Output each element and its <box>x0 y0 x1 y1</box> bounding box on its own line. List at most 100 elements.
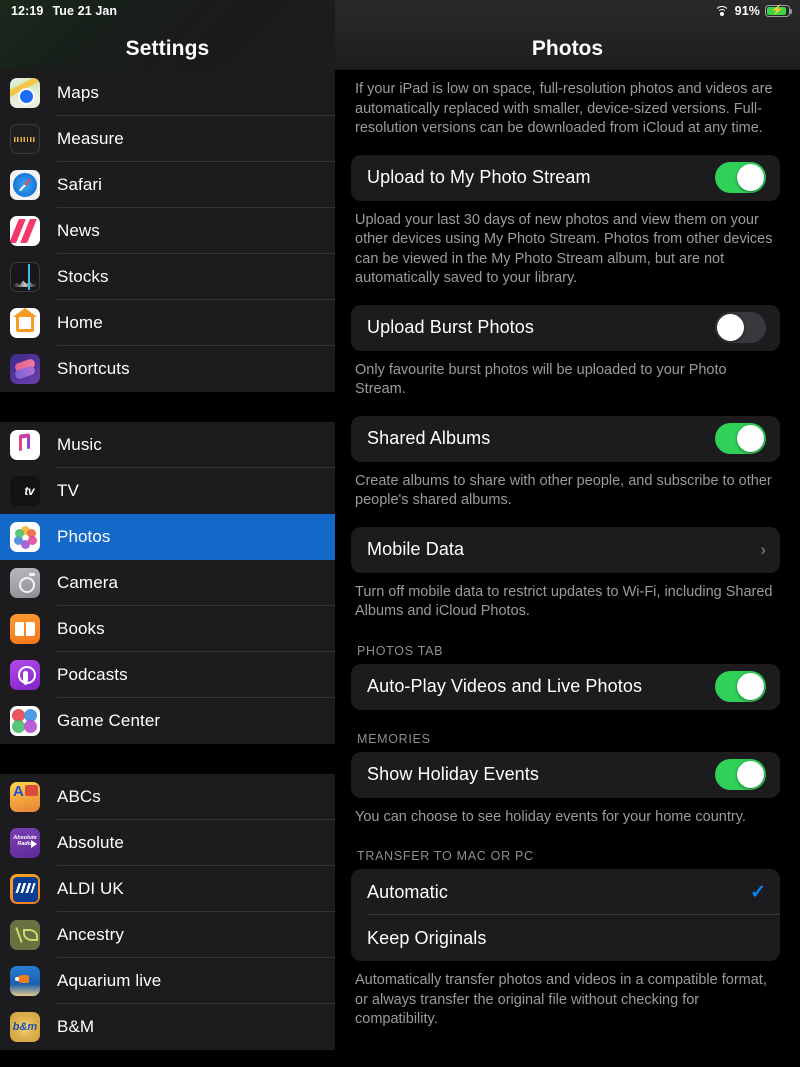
shared-albums-footnote: Create albums to share with other people… <box>355 472 772 509</box>
measure-icon <box>10 124 40 154</box>
sidebar-item-news[interactable]: News <box>0 208 335 254</box>
sidebar-item-absolute[interactable]: Absolute Radio Absolute <box>0 820 335 866</box>
shortcuts-icon <box>10 354 40 384</box>
status-date: Tue 21 Jan <box>52 4 118 18</box>
sidebar-item-safari[interactable]: Safari <box>0 162 335 208</box>
status-time: 12:19 <box>11 4 44 18</box>
battery-percent-label: 91% <box>734 4 760 18</box>
music-icon <box>10 430 40 460</box>
ancestry-icon <box>10 920 40 950</box>
chevron-right-icon: › <box>760 539 766 559</box>
shared-albums-toggle[interactable] <box>715 423 766 454</box>
camera-icon <box>10 568 40 598</box>
sidebar-group-apps-1: Maps Measure Safari News Stocks Home Sho… <box>0 70 335 392</box>
sidebar-item-home[interactable]: Home <box>0 300 335 346</box>
shared-albums-row[interactable]: Shared Albums <box>351 416 780 462</box>
auto-play-row[interactable]: Auto-Play Videos and Live Photos <box>351 664 780 710</box>
sidebar-item-books[interactable]: Books <box>0 606 335 652</box>
aldi-uk-icon <box>10 874 40 904</box>
battery-icon: ⚡ <box>765 5 793 17</box>
sidebar-group-apps-2: Music tv TV Photos Ca <box>0 422 335 744</box>
sidebar-item-label: Shortcuts <box>57 359 130 378</box>
safari-icon <box>10 170 40 200</box>
status-bar-right: 91% ⚡ <box>714 4 800 18</box>
transfer-option-keep-originals[interactable]: Keep Originals <box>351 915 780 961</box>
auto-play-toggle[interactable] <box>715 671 766 702</box>
sidebar-item-label: Stocks <box>57 267 109 286</box>
sidebar-item-podcasts[interactable]: Podcasts <box>0 652 335 698</box>
sidebar-item-label: Aquarium live <box>57 971 162 990</box>
sidebar-item-measure[interactable]: Measure <box>0 116 335 162</box>
aquarium-live-icon <box>10 966 40 996</box>
sidebar-item-label: Ancestry <box>57 925 124 944</box>
row-label: Auto-Play Videos and Live Photos <box>367 676 643 696</box>
books-icon <box>10 614 40 644</box>
upload-photo-stream-toggle[interactable] <box>715 162 766 193</box>
sidebar-item-label: Camera <box>57 573 119 592</box>
sidebar-item-label: Home <box>57 313 103 332</box>
sidebar-item-label: B&M <box>57 1017 95 1036</box>
sidebar-item-ancestry[interactable]: Ancestry <box>0 912 335 958</box>
photos-tab-section-header: PHOTOS TAB <box>357 643 444 658</box>
sidebar-item-label: Absolute <box>57 833 124 852</box>
abcs-icon <box>10 782 40 812</box>
sidebar-item-bm[interactable]: b&m B&M <box>0 1004 335 1050</box>
sidebar-item-label: News <box>57 221 100 240</box>
sidebar-item-label: ABCs <box>57 787 101 806</box>
burst-photos-footnote: Only favourite burst photos will be uplo… <box>355 361 727 398</box>
home-icon <box>10 308 40 338</box>
photo-stream-footnote: Upload your last 30 days of new photos a… <box>355 211 773 287</box>
sidebar-scroll-area[interactable]: Maps Measure Safari News Stocks Home Sho… <box>0 70 335 1067</box>
sidebar-item-label: Music <box>57 435 102 454</box>
sidebar-item-label: ALDI UK <box>57 879 124 898</box>
transfer-option-automatic[interactable]: Automatic ✓ <box>351 869 780 915</box>
sidebar-item-label: Measure <box>57 129 124 148</box>
game-center-icon <box>10 706 40 736</box>
row-label: Mobile Data <box>367 539 465 559</box>
status-bar: 12:19 Tue 21 Jan 91% ⚡ <box>0 0 800 22</box>
status-bar-left: 12:19 Tue 21 Jan <box>0 4 117 18</box>
stocks-icon <box>10 262 40 292</box>
checkmark-icon: ✓ <box>750 881 766 903</box>
row-label: Upload Burst Photos <box>367 317 534 337</box>
sidebar-item-music[interactable]: Music <box>0 422 335 468</box>
sidebar-item-game-center[interactable]: Game Center <box>0 698 335 744</box>
transfer-section-header: TRANSFER TO MAC OR PC <box>357 849 534 863</box>
row-label: Keep Originals <box>367 927 487 948</box>
row-label: Automatic <box>367 881 448 902</box>
detail-scroll-area[interactable]: If your iPad is low on space, full-resol… <box>335 70 800 1067</box>
upload-burst-photos-toggle[interactable] <box>715 312 766 343</box>
sidebar-item-aldi-uk[interactable]: ALDI UK <box>0 866 335 912</box>
wifi-icon <box>714 5 730 17</box>
ipad-settings-screen: 12:19 Tue 21 Jan 91% ⚡ Settings Maps Mea… <box>0 0 800 1067</box>
shared-albums-card: Shared Albums <box>351 415 780 462</box>
sidebar-item-label: Safari <box>57 175 103 194</box>
sidebar-item-stocks[interactable]: Stocks <box>0 254 335 300</box>
memories-footnote: You can choose to see holiday events for… <box>355 808 746 825</box>
sidebar-item-label: TV <box>57 481 79 500</box>
sidebar-item-shortcuts[interactable]: Shortcuts <box>0 346 335 392</box>
sidebar-item-photos[interactable]: Photos <box>0 514 335 560</box>
sidebar-item-camera[interactable]: Camera <box>0 560 335 606</box>
news-icon <box>10 216 40 246</box>
mobile-data-row[interactable]: Mobile Data › <box>351 527 780 573</box>
show-holiday-events-row[interactable]: Show Holiday Events <box>351 752 780 798</box>
sidebar-group-apps-3: ABCs AbsoluteRadio Absolute ALDI UK Ance… <box>0 774 335 1050</box>
transfer-footnote: Automatically transfer photos and videos… <box>355 972 767 1027</box>
sidebar-item-label: Books <box>57 619 105 638</box>
maps-icon <box>10 78 40 108</box>
sidebar-item-tv[interactable]: tv TV <box>0 468 335 514</box>
sidebar-item-aquarium-live[interactable]: Aquarium live <box>0 958 335 1004</box>
show-holiday-events-toggle[interactable] <box>715 759 766 790</box>
sidebar-item-maps[interactable]: Maps <box>0 70 335 116</box>
settings-sidebar: Settings Maps Measure Safari News Stocks… <box>0 0 335 1067</box>
photo-stream-card: Upload to My Photo Stream <box>351 154 780 201</box>
sidebar-item-label: Photos <box>57 527 111 546</box>
photos-tab-card: Auto-Play Videos and Live Photos <box>351 663 780 710</box>
mobile-data-footnote: Turn off mobile data to restrict updates… <box>355 583 773 620</box>
burst-photos-card: Upload Burst Photos <box>351 304 780 351</box>
sidebar-item-label: Game Center <box>57 711 161 730</box>
upload-photo-stream-row[interactable]: Upload to My Photo Stream <box>351 155 780 201</box>
sidebar-item-abcs[interactable]: ABCs <box>0 774 335 820</box>
upload-burst-photos-row[interactable]: Upload Burst Photos <box>351 305 780 351</box>
